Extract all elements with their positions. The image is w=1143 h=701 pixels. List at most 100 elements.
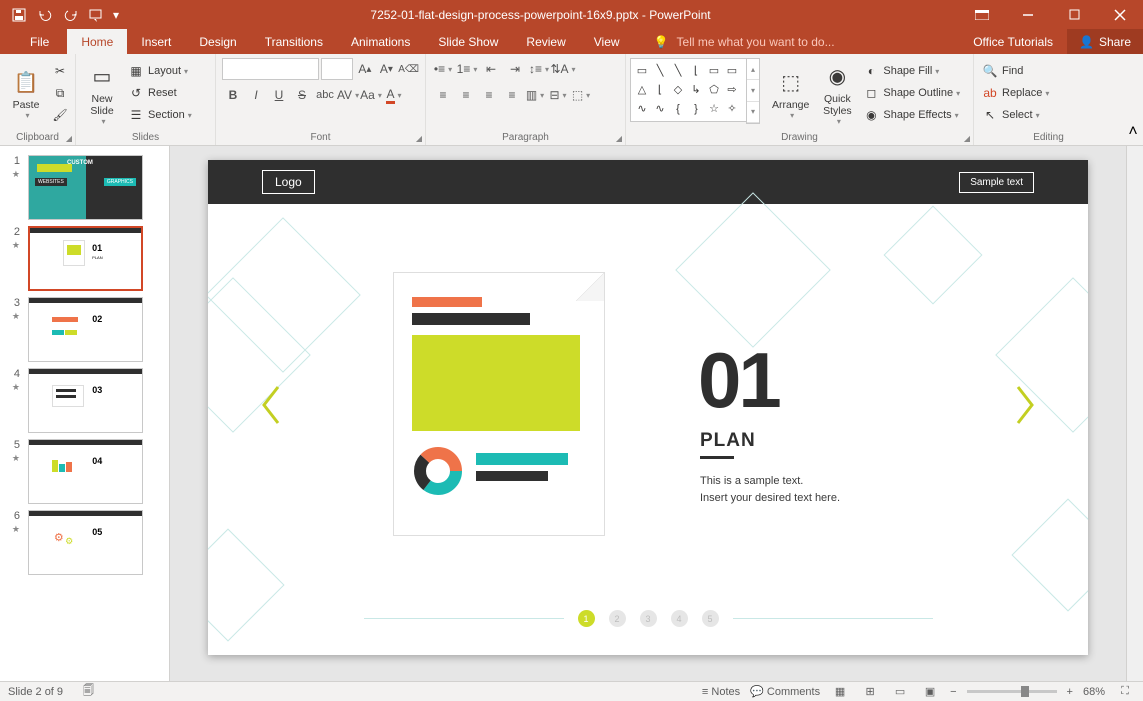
bullets-button[interactable]: •≡: [432, 58, 454, 80]
dialog-launcher-icon[interactable]: ◢: [66, 134, 72, 143]
clear-formatting-button[interactable]: A⌫: [398, 58, 419, 80]
undo-icon[interactable]: [32, 0, 58, 29]
comments-button[interactable]: 💬 Comments: [750, 685, 820, 698]
line-spacing-button[interactable]: ↕≡: [528, 58, 550, 80]
pager-dot-2[interactable]: 2: [609, 610, 626, 627]
grow-font-button[interactable]: A▴: [355, 58, 375, 80]
share-button[interactable]: 👤Share: [1067, 29, 1143, 54]
shrink-font-button[interactable]: A▾: [377, 58, 397, 80]
thumbnail-2[interactable]: 01PLAN: [28, 226, 143, 291]
slide-counter[interactable]: Slide 2 of 9: [8, 686, 63, 698]
logo-placeholder[interactable]: Logo: [262, 170, 315, 194]
replace-button[interactable]: abReplace: [978, 82, 1053, 104]
tab-slideshow[interactable]: Slide Show: [424, 29, 512, 54]
change-case-button[interactable]: Aa: [360, 84, 382, 106]
dialog-launcher-icon[interactable]: ◢: [964, 134, 970, 143]
tab-file[interactable]: File: [20, 29, 67, 54]
tab-animations[interactable]: Animations: [337, 29, 424, 54]
bold-button[interactable]: B: [222, 84, 244, 106]
quick-styles-button[interactable]: ◉Quick Styles: [815, 58, 859, 128]
document-illustration[interactable]: [393, 272, 605, 536]
pager-dot-4[interactable]: 4: [671, 610, 688, 627]
numbering-button[interactable]: 1≡: [456, 58, 478, 80]
reset-button[interactable]: ↺Reset: [124, 82, 196, 104]
dialog-launcher-icon[interactable]: ◢: [616, 134, 622, 143]
start-from-beginning-icon[interactable]: [84, 0, 110, 29]
gallery-scroll[interactable]: ▴▾▾: [746, 58, 760, 124]
decrease-indent-button[interactable]: ⇤: [480, 58, 502, 80]
thumbnail-5[interactable]: 04: [28, 439, 143, 504]
font-color-button[interactable]: A: [383, 84, 405, 106]
pager-dot-3[interactable]: 3: [640, 610, 657, 627]
format-painter-button[interactable]: 🖌: [48, 104, 76, 126]
step-title[interactable]: PLAN: [700, 430, 756, 452]
notes-button[interactable]: ≡ Notes: [702, 686, 740, 698]
justify-button[interactable]: ≡: [501, 84, 523, 106]
redo-icon[interactable]: [58, 0, 84, 29]
next-arrow[interactable]: [1014, 385, 1036, 425]
underline-button[interactable]: U: [268, 84, 290, 106]
reading-view-button[interactable]: ▭: [890, 683, 910, 701]
tab-design[interactable]: Design: [185, 29, 250, 54]
new-slide-button[interactable]: ▭New Slide: [80, 58, 124, 128]
zoom-in-button[interactable]: +: [1067, 686, 1073, 698]
zoom-level[interactable]: 68%: [1083, 686, 1105, 698]
align-text-button[interactable]: ⊟: [547, 84, 569, 106]
slide[interactable]: Logo Sample text: [208, 160, 1088, 655]
slide-sorter-button[interactable]: ⊞: [860, 683, 880, 701]
ribbon-display-icon[interactable]: [959, 0, 1005, 29]
save-icon[interactable]: [6, 0, 32, 29]
thumbnail-3[interactable]: 02: [28, 297, 143, 362]
cut-button[interactable]: ✂: [48, 60, 76, 82]
shapes-gallery[interactable]: ▭╲╲⌊▭▭ △⌊◇↳⬠⇨ ∿∿{}☆✧ ▴▾▾: [630, 58, 760, 122]
paste-button[interactable]: 📋Paste: [4, 58, 48, 128]
columns-button[interactable]: ▥: [524, 84, 546, 106]
char-spacing-button[interactable]: AV: [337, 84, 359, 106]
font-size-select[interactable]: [321, 58, 353, 80]
tell-me-search[interactable]: 💡Tell me what you want to do...: [634, 35, 855, 49]
customize-qat-icon[interactable]: ▾: [110, 0, 122, 29]
shape-fill-button[interactable]: ◐Shape Fill: [859, 60, 964, 82]
normal-view-button[interactable]: ▦: [830, 683, 850, 701]
font-family-select[interactable]: [222, 58, 319, 80]
text-direction-button[interactable]: ⇅A: [552, 58, 574, 80]
tab-view[interactable]: View: [580, 29, 634, 54]
pager-dot-5[interactable]: 5: [702, 610, 719, 627]
arrange-button[interactable]: ⬚Arrange: [766, 58, 815, 128]
shadow-button[interactable]: abc: [314, 84, 336, 106]
minimize-icon[interactable]: [1005, 0, 1051, 29]
vertical-scrollbar[interactable]: [1126, 146, 1143, 681]
prev-arrow[interactable]: [260, 385, 282, 425]
tab-home[interactable]: Home: [67, 29, 127, 54]
shape-outline-button[interactable]: ◻Shape Outline: [859, 82, 964, 104]
italic-button[interactable]: I: [245, 84, 267, 106]
tab-review[interactable]: Review: [512, 29, 579, 54]
smartart-button[interactable]: ⬚: [570, 84, 592, 106]
copy-button[interactable]: ⧉: [48, 82, 76, 104]
thumbnail-1[interactable]: WEBSITESGRAPHICSCUSTOM: [28, 155, 143, 220]
increase-indent-button[interactable]: ⇥: [504, 58, 526, 80]
select-button[interactable]: ↖Select: [978, 104, 1053, 126]
layout-button[interactable]: ▦Layout: [124, 60, 196, 82]
close-icon[interactable]: [1097, 0, 1143, 29]
section-button[interactable]: ☰Section: [124, 104, 196, 126]
thumbnail-6[interactable]: ⚙⚙05: [28, 510, 143, 575]
slideshow-view-button[interactable]: ▣: [920, 683, 940, 701]
fit-to-window-button[interactable]: ⛶: [1115, 683, 1135, 701]
office-tutorials-link[interactable]: Office Tutorials: [959, 29, 1067, 54]
shape-effects-button[interactable]: ◉Shape Effects: [859, 104, 964, 126]
step-description[interactable]: This is a sample text.Insert your desire…: [700, 473, 840, 507]
align-center-button[interactable]: ≡: [455, 84, 477, 106]
sample-text-placeholder[interactable]: Sample text: [959, 172, 1034, 193]
maximize-icon[interactable]: [1051, 0, 1097, 29]
align-right-button[interactable]: ≡: [478, 84, 500, 106]
tab-insert[interactable]: Insert: [127, 29, 185, 54]
pager-dot-1[interactable]: 1: [578, 610, 595, 627]
collapse-ribbon-icon[interactable]: ˄: [1123, 54, 1143, 145]
dialog-launcher-icon[interactable]: ◢: [416, 134, 422, 143]
strikethrough-button[interactable]: S: [291, 84, 313, 106]
slide-canvas-area[interactable]: Logo Sample text: [170, 146, 1126, 681]
align-left-button[interactable]: ≡: [432, 84, 454, 106]
tab-transitions[interactable]: Transitions: [251, 29, 337, 54]
zoom-out-button[interactable]: −: [950, 686, 956, 698]
